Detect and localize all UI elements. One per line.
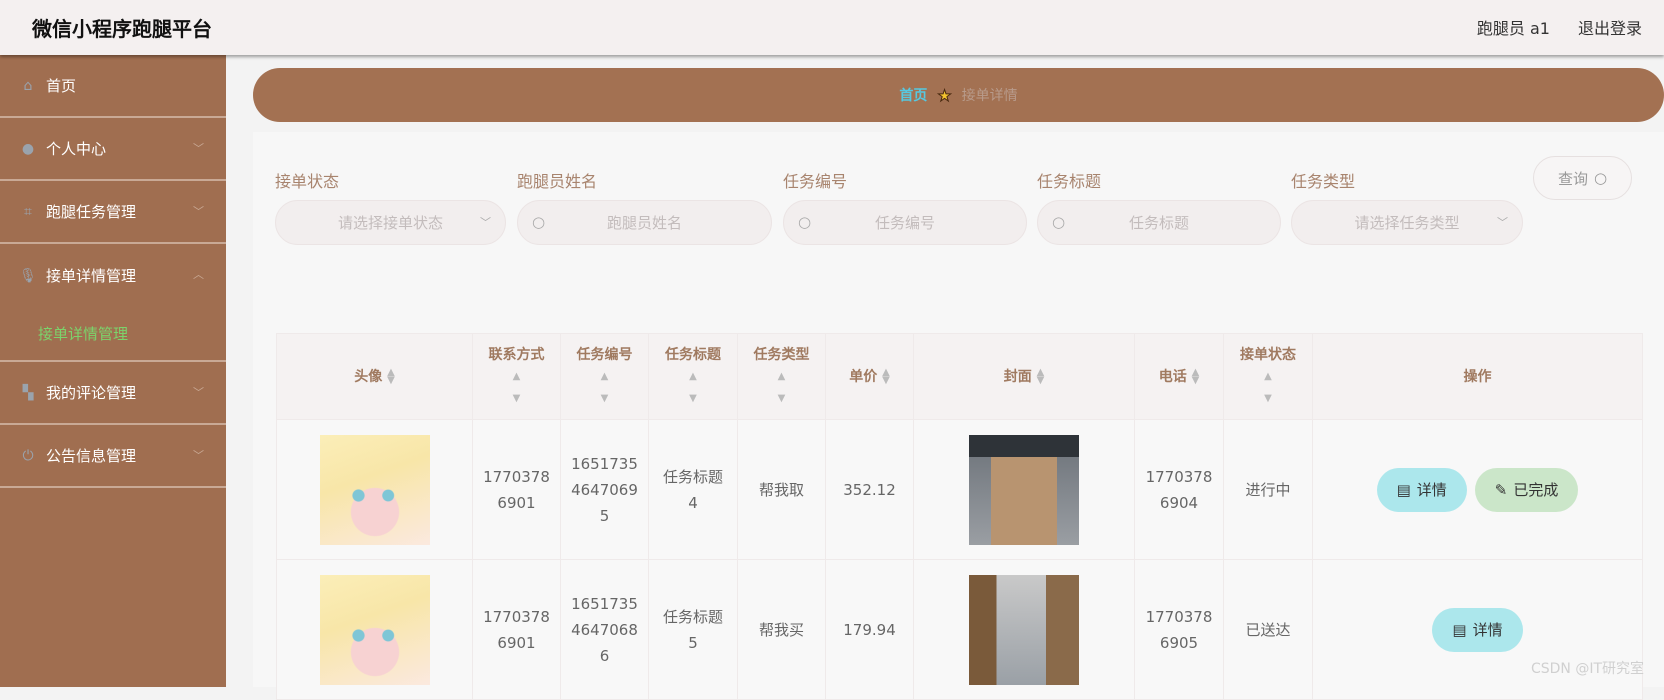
cell-contact: 17703786901 xyxy=(472,559,561,700)
breadcrumb-current: 接单详情 xyxy=(961,88,1018,104)
complete-button[interactable]: ✎ 已完成 xyxy=(1474,467,1579,512)
app-title: 微信小程序跑腿平台 xyxy=(32,17,212,41)
document-icon: ▤ xyxy=(1452,620,1467,639)
filter-label-status: 接单状态 xyxy=(275,172,340,191)
cell-title: 任务标题4 xyxy=(648,419,738,560)
filter-label-runner: 跑腿员姓名 xyxy=(517,172,598,191)
orders-table: 头像 ▲ ▼ 联系方式 ▲ ▼ 任务编号 ▲ ▼ 任务标题 ▲ ▼ 任务类型 ▲ ▼ 单价 ▲ ▼ … xyxy=(276,333,1643,700)
col-contact[interactable]: 联系方式 ▲ ▼ xyxy=(472,333,561,420)
sort-icon: ▲ ▼ xyxy=(387,366,395,386)
breadcrumb: 首页 ★ 接单详情 xyxy=(253,68,1664,122)
cell-status: 已送达 xyxy=(1223,559,1313,700)
breadcrumb-home[interactable]: 首页 xyxy=(899,85,927,105)
col-task-title[interactable]: 任务标题 ▲ ▼ xyxy=(648,333,738,420)
search-icon: ○ xyxy=(798,213,812,231)
sort-icon: ▲ ▼ xyxy=(1191,366,1200,386)
sidebar-item-notices[interactable]: ⏻ 公告信息管理 ﹀ xyxy=(0,425,226,488)
avatar xyxy=(319,434,430,545)
task-title-input[interactable]: ○ 任务标题 xyxy=(1037,200,1281,245)
col-actions: 操作 xyxy=(1312,333,1643,420)
sort-icon: ▲ ▼ xyxy=(882,366,890,386)
filter-label-task-type: 任务类型 xyxy=(1291,172,1356,191)
sort-icon: ▲ ▼ xyxy=(1036,366,1045,386)
sidebar-item-orders[interactable]: 🎙 接单详情管理 ︿ xyxy=(0,244,226,307)
filter-label-task-no: 任务编号 xyxy=(783,172,848,191)
task-type-select[interactable]: 请选择任务类型 ﹀ xyxy=(1291,200,1523,245)
cell-task-no: 16517354647069 5 xyxy=(560,419,649,560)
crop-icon: ⌗ xyxy=(24,203,32,220)
task-no-input[interactable]: ○ 任务编号 xyxy=(783,200,1027,245)
sort-icon: ▲ ▼ xyxy=(689,370,697,404)
col-task-type[interactable]: 任务类型 ▲ ▼ xyxy=(737,333,826,420)
top-header: 微信小程序跑腿平台 跑腿员 a1 退出登录 xyxy=(0,0,1664,55)
current-user[interactable]: 跑腿员 a1 xyxy=(1477,15,1550,39)
col-cover[interactable]: 封面 ▲ ▼ xyxy=(913,333,1135,420)
col-avatar[interactable]: 头像 ▲ ▼ xyxy=(276,333,473,420)
table-row: 17703786901 16517354647069 5 任务标题4 帮我取 3… xyxy=(276,419,1643,560)
chevron-down-icon: ﹀ xyxy=(193,205,204,218)
cell-price: 179.94 xyxy=(825,559,914,700)
cell-price: 352.12 xyxy=(825,419,914,560)
cover-image xyxy=(969,434,1079,545)
search-icon: ○ xyxy=(1052,213,1066,231)
microphone-icon: 🎙 xyxy=(19,267,37,284)
chevron-up-icon: ︿ xyxy=(193,268,204,281)
search-icon: ○ xyxy=(1593,169,1608,187)
logout-link[interactable]: 退出登录 xyxy=(1578,15,1642,39)
col-price[interactable]: 单价 ▲ ▼ xyxy=(825,333,914,420)
ticket-icon: ▚ xyxy=(22,384,34,401)
chevron-down-icon: ﹀ xyxy=(193,449,204,462)
sidebar-subitem-orders[interactable]: 接单详情管理 xyxy=(0,307,226,362)
sidebar: ⌂ 首页 ● 个人中心 ﹀ ⌗ 跑腿任务管理 ﹀ 🎙 接单详情管理 ︿ 接单详情管理 ▚ 我的评… xyxy=(0,55,226,687)
home-icon: ⌂ xyxy=(23,77,33,94)
col-phone[interactable]: 电话 ▲ ▼ xyxy=(1134,333,1224,420)
user-icon: ● xyxy=(21,140,35,157)
power-icon: ⏻ xyxy=(22,447,34,464)
runner-name-input[interactable]: ○ 跑腿员姓名 xyxy=(517,200,772,245)
sort-icon: ▲ ▼ xyxy=(777,370,786,404)
detail-button[interactable]: ▤ 详情 xyxy=(1432,607,1523,652)
sidebar-item-tasks[interactable]: ⌗ 跑腿任务管理 ﹀ xyxy=(0,181,226,244)
cell-status: 进行中 xyxy=(1223,419,1313,560)
cell-contact: 17703786901 xyxy=(472,419,561,560)
cell-type: 帮我取 xyxy=(737,419,826,560)
col-task-no[interactable]: 任务编号 ▲ ▼ xyxy=(560,333,649,420)
filter-label-task-title: 任务标题 xyxy=(1037,172,1102,191)
chevron-down-icon: ﹀ xyxy=(193,386,204,399)
watermark: CSDN @IT研究室 xyxy=(1530,661,1644,677)
cell-type: 帮我买 xyxy=(737,559,826,700)
sort-icon: ▲ ▼ xyxy=(1264,370,1272,404)
table-row: 17703786901 16517354647068 6 任务标题5 帮我买 1… xyxy=(276,559,1643,700)
query-button[interactable]: 查询 ○ xyxy=(1533,156,1632,200)
edit-icon: ✎ xyxy=(1494,480,1508,499)
detail-button[interactable]: ▤ 详情 xyxy=(1376,467,1467,512)
document-icon: ▤ xyxy=(1396,480,1411,499)
cover-image xyxy=(969,574,1079,685)
star-icon: ★ xyxy=(937,85,952,105)
sort-icon: ▲ ▼ xyxy=(512,370,521,404)
cell-title: 任务标题5 xyxy=(648,559,738,700)
chevron-down-icon: ﹀ xyxy=(1497,216,1508,229)
avatar xyxy=(319,574,430,685)
sort-icon: ▲ ▼ xyxy=(600,370,609,404)
cell-phone: 17703786904 xyxy=(1134,419,1224,560)
sidebar-item-profile[interactable]: ● 个人中心 ﹀ xyxy=(0,118,226,181)
col-status[interactable]: 接单状态 ▲ ▼ xyxy=(1223,333,1313,420)
search-icon: ○ xyxy=(532,213,546,231)
sidebar-item-home[interactable]: ⌂ 首页 xyxy=(0,55,226,118)
status-select[interactable]: 请选择接单状态 ﹀ xyxy=(275,200,506,245)
sidebar-item-comments[interactable]: ▚ 我的评论管理 ﹀ xyxy=(0,362,226,425)
cell-phone: 17703786905 xyxy=(1134,559,1224,700)
cell-task-no: 16517354647068 6 xyxy=(560,559,649,700)
chevron-down-icon: ﹀ xyxy=(193,142,204,155)
chevron-down-icon: ﹀ xyxy=(480,216,491,229)
